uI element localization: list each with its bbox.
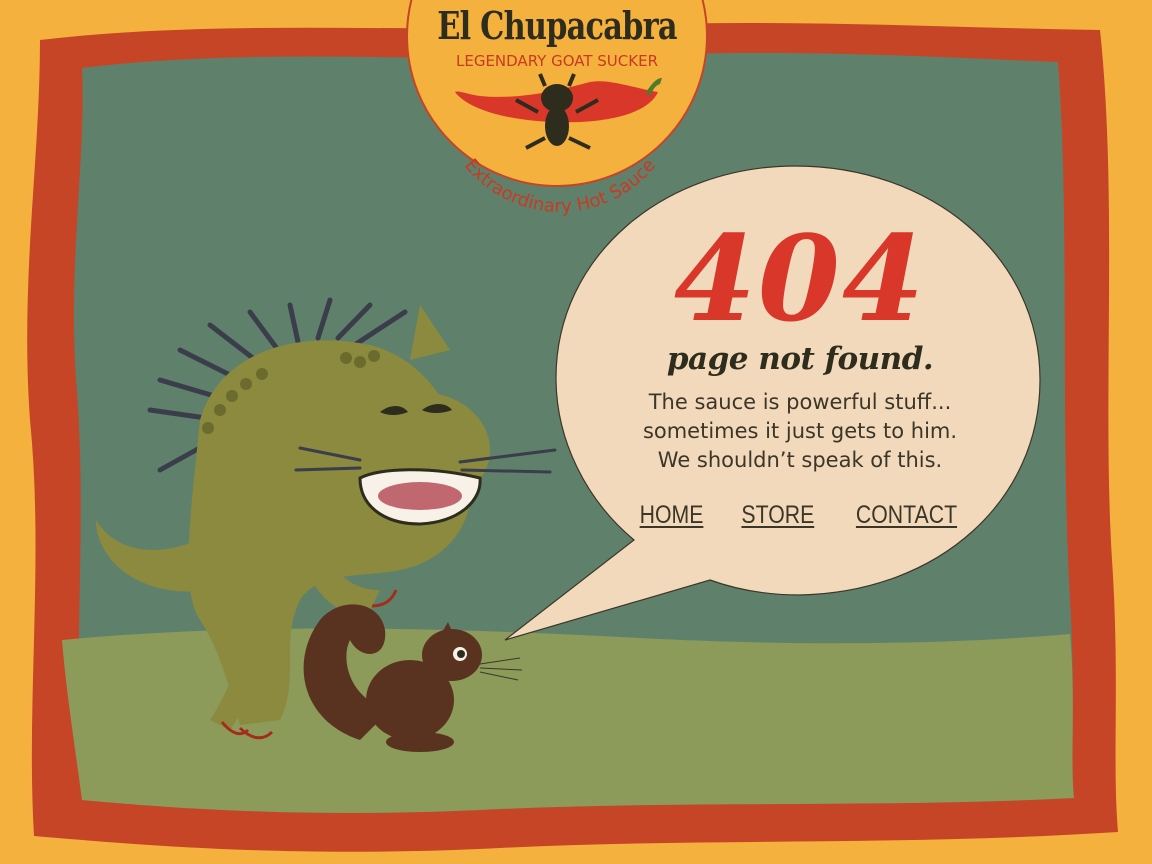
error-message-line: sometimes it just gets to him. xyxy=(642,419,958,443)
error-message-line: The sauce is powerful stuff... xyxy=(648,390,952,414)
logo[interactable]: El Chupacabra LEGENDARY GOAT SUCKER xyxy=(406,0,708,184)
error-nav: HOME STORE CONTACT xyxy=(600,501,1000,530)
error-panel: 404 page not found. The sauce is powerfu… xyxy=(600,220,1000,530)
logo-tagline: LEGENDARY GOAT SUCKER xyxy=(455,52,658,70)
error-title: page not found. xyxy=(666,341,934,377)
nav-link-store[interactable]: STORE xyxy=(742,501,815,530)
error-message: The sauce is powerful stuff... sometimes… xyxy=(600,388,1000,475)
nav-link-home[interactable]: HOME xyxy=(640,501,704,530)
error-code: 404 xyxy=(673,209,927,348)
logo-title: El Chupacabra xyxy=(437,3,677,48)
nav-link-contact[interactable]: CONTACT xyxy=(856,501,957,530)
error-message-line: We shouldn’t speak of this. xyxy=(657,448,943,472)
